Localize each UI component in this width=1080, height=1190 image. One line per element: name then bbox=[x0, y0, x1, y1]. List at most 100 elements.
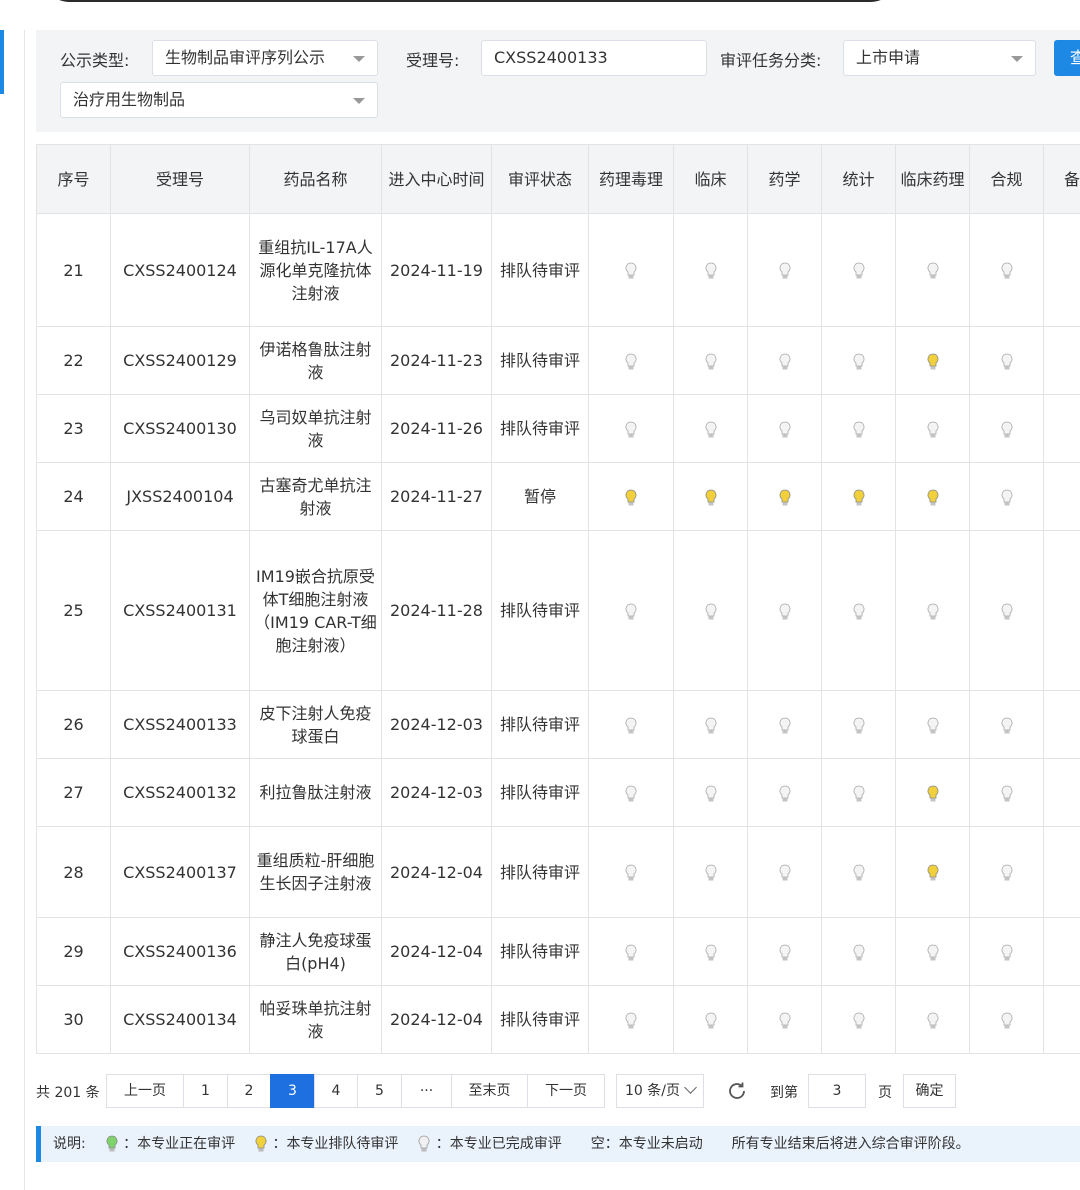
acc-input[interactable]: CXSS2400133 bbox=[481, 40, 707, 76]
grey-bulb-icon bbox=[625, 603, 637, 619]
cell-remark bbox=[1043, 462, 1080, 531]
cell-light bbox=[969, 826, 1044, 918]
header-date: 进入中心时间 bbox=[381, 144, 492, 214]
cell-no: 26 bbox=[36, 690, 111, 759]
cell-light bbox=[747, 826, 822, 918]
cell-date: 2024-12-04 bbox=[381, 985, 492, 1054]
cell-light bbox=[821, 394, 896, 463]
cell-light bbox=[673, 690, 748, 759]
grey-bulb-icon bbox=[779, 353, 790, 369]
legend-yellow-text: 本专业排队待审评 bbox=[286, 1136, 399, 1152]
grey-bulb-icon bbox=[779, 421, 790, 437]
cell-acc[interactable]: CXSS2400137 bbox=[110, 826, 250, 918]
cell-no: 30 bbox=[36, 985, 111, 1054]
cell-status: 排队待审评 bbox=[491, 985, 589, 1054]
legend-bar: 说明: ：本专业正在审评 ：本专业排队待审评 ：本专业已完成审评 空：本专业未启… bbox=[36, 1126, 1080, 1162]
cell-acc[interactable]: CXSS2400133 bbox=[110, 690, 250, 759]
grey-bulb-icon bbox=[625, 262, 637, 279]
task-select[interactable]: 上市申请 bbox=[843, 40, 1036, 76]
last-page-button[interactable]: 至末页 bbox=[451, 1074, 528, 1108]
cell-light bbox=[588, 758, 674, 827]
cell-light bbox=[673, 985, 748, 1054]
cell-light bbox=[895, 985, 970, 1054]
cell-light bbox=[673, 826, 748, 918]
cell-status: 排队待审评 bbox=[491, 530, 589, 691]
cell-light bbox=[747, 530, 822, 691]
cell-light bbox=[895, 917, 970, 986]
grey-bulb-icon bbox=[927, 717, 938, 733]
header-stats: 统计 bbox=[821, 144, 896, 214]
next-page-button[interactable]: 下一页 bbox=[527, 1074, 605, 1108]
grey-bulb-icon bbox=[927, 1012, 938, 1028]
subtype-select-value: 治疗用生物制品 bbox=[73, 90, 186, 109]
cell-light bbox=[673, 326, 748, 395]
cell-light bbox=[969, 758, 1044, 827]
cell-light bbox=[969, 462, 1044, 531]
page-unit-label: 页 bbox=[878, 1085, 892, 1101]
cell-name: 帕妥珠单抗注射液 bbox=[249, 985, 382, 1054]
cell-status: 排队待审评 bbox=[491, 917, 589, 986]
cell-date: 2024-11-27 bbox=[381, 462, 492, 531]
cell-acc[interactable]: CXSS2400131 bbox=[110, 530, 250, 691]
grey-bulb-icon bbox=[779, 262, 790, 279]
cell-light bbox=[588, 917, 674, 986]
cell-light bbox=[969, 985, 1044, 1054]
cell-date: 2024-11-19 bbox=[381, 213, 492, 327]
table-row: 26 CXSS2400133 皮下注射人免疫球蛋白 2024-12-03 排队待审评 bbox=[36, 690, 1080, 759]
cell-light bbox=[673, 462, 748, 531]
cell-acc[interactable]: CXSS2400124 bbox=[110, 213, 250, 327]
cell-light bbox=[588, 530, 674, 691]
cell-status: 暂停 bbox=[491, 462, 589, 531]
prev-page-button[interactable]: 上一页 bbox=[106, 1074, 184, 1108]
type-select[interactable]: 生物制品审评序列公示 bbox=[152, 40, 378, 76]
grey-bulb-icon bbox=[853, 1012, 864, 1028]
grey-bulb-icon bbox=[779, 785, 790, 801]
page-button[interactable]: 5 bbox=[357, 1074, 402, 1108]
grey-bulb-icon bbox=[779, 717, 790, 733]
goto-page-input[interactable]: 3 bbox=[808, 1074, 866, 1108]
grey-bulb-icon bbox=[705, 1012, 716, 1028]
grey-bulb-icon bbox=[705, 944, 716, 960]
cell-acc[interactable]: JXSS2400104 bbox=[110, 462, 250, 531]
confirm-button[interactable]: 确定 bbox=[903, 1074, 956, 1108]
query-button[interactable]: 查 bbox=[1054, 40, 1080, 76]
yellow-bulb-icon bbox=[853, 489, 864, 505]
grey-bulb-icon bbox=[705, 717, 716, 733]
cell-acc[interactable]: CXSS2400134 bbox=[110, 985, 250, 1054]
cell-light bbox=[747, 394, 822, 463]
header-clin-pharm: 临床药理 bbox=[895, 144, 970, 214]
cell-date: 2024-12-04 bbox=[381, 826, 492, 918]
page-button-active[interactable]: 3 bbox=[270, 1074, 315, 1108]
cell-acc[interactable]: CXSS2400136 bbox=[110, 917, 250, 986]
page-size-value: 10 条/页 bbox=[625, 1083, 680, 1099]
page-button[interactable]: 4 bbox=[314, 1074, 358, 1108]
page-button[interactable]: 2 bbox=[227, 1074, 271, 1108]
grey-bulb-icon bbox=[418, 1135, 430, 1152]
page-size-select[interactable]: 10 条/页 bbox=[616, 1074, 704, 1108]
cell-acc[interactable]: CXSS2400132 bbox=[110, 758, 250, 827]
cell-no: 21 bbox=[36, 213, 111, 327]
cell-name: 静注人免疫球蛋白(pH4) bbox=[249, 917, 382, 986]
header-acc: 受理号 bbox=[110, 144, 250, 214]
page-button[interactable]: 1 bbox=[183, 1074, 228, 1108]
yellow-bulb-icon bbox=[927, 353, 938, 369]
cell-acc[interactable]: CXSS2400129 bbox=[110, 326, 250, 395]
refresh-icon[interactable] bbox=[726, 1080, 748, 1102]
cell-light bbox=[821, 690, 896, 759]
top-dark-bar bbox=[40, 0, 900, 2]
type-select-value: 生物制品审评序列公示 bbox=[165, 48, 326, 67]
cell-light bbox=[895, 462, 970, 531]
cell-light bbox=[895, 758, 970, 827]
table-row: 30 CXSS2400134 帕妥珠单抗注射液 2024-12-04 排队待审评 bbox=[36, 985, 1080, 1054]
cell-light bbox=[673, 394, 748, 463]
cell-light bbox=[673, 530, 748, 691]
cell-light bbox=[588, 213, 674, 327]
cell-acc[interactable]: CXSS2400130 bbox=[110, 394, 250, 463]
subtype-select[interactable]: 治疗用生物制品 bbox=[60, 82, 378, 118]
page-ellipsis[interactable]: ··· bbox=[401, 1074, 452, 1108]
total-count: 共 201 条 bbox=[36, 1085, 100, 1101]
cell-light bbox=[895, 826, 970, 918]
grey-bulb-icon bbox=[927, 603, 938, 619]
grey-bulb-icon bbox=[1001, 262, 1012, 279]
cell-light bbox=[821, 462, 896, 531]
